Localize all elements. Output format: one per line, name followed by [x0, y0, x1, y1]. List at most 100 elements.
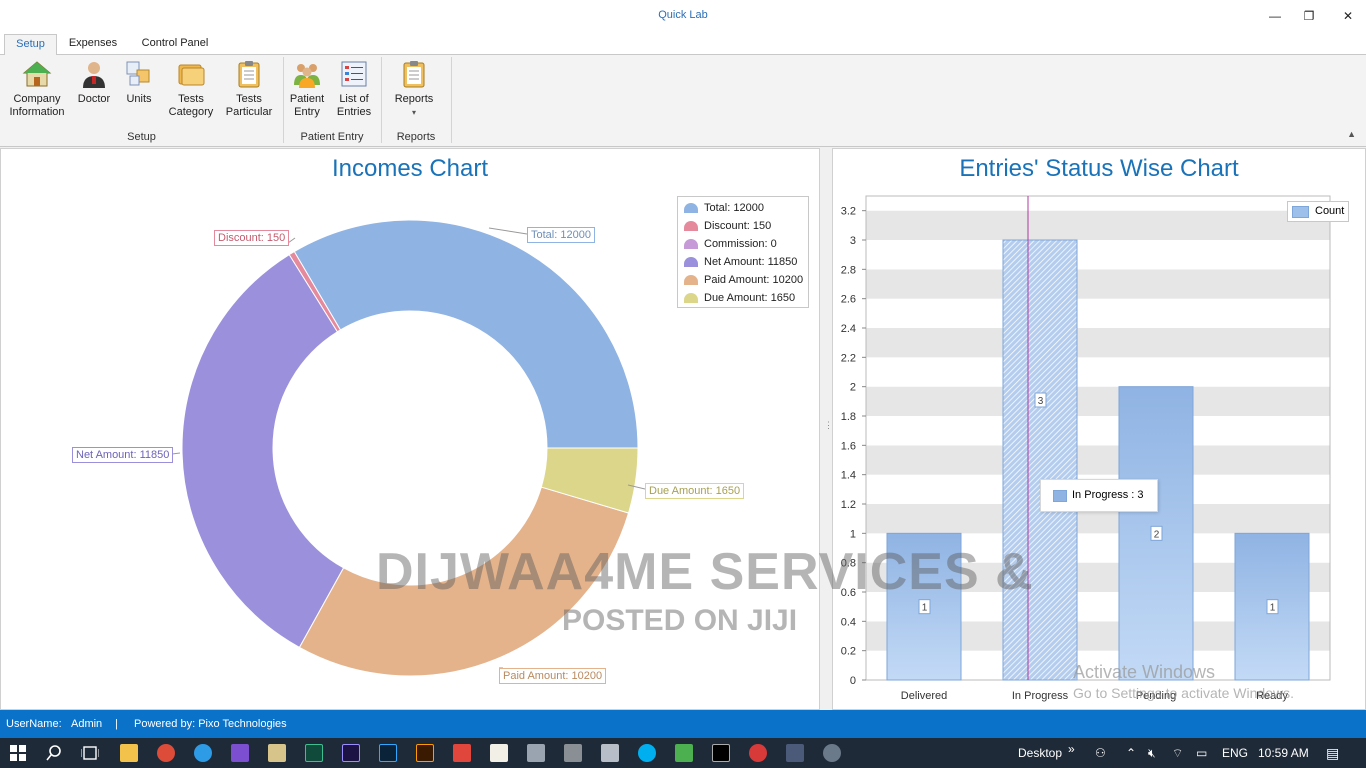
visual-studio-icon[interactable] — [231, 744, 249, 762]
x-tick-label: Delivered — [901, 690, 947, 702]
y-tick-label: 2.2 — [841, 352, 856, 364]
units-button[interactable]: Units — [120, 59, 158, 106]
legend-label: Net Amount: 11850 — [704, 256, 798, 268]
tests-particular-button[interactable]: Tests Particular — [222, 59, 276, 119]
app-icon[interactable] — [749, 744, 767, 762]
app-icon[interactable] — [675, 744, 693, 762]
windows-start-icon[interactable] — [10, 745, 26, 761]
illustrator-icon[interactable] — [416, 744, 434, 762]
tools-icon[interactable] — [527, 744, 545, 762]
doctor-button[interactable]: Doctor — [74, 59, 114, 106]
donut-slice-total — [293, 219, 639, 449]
button-label: Company — [13, 93, 61, 105]
bar-in-progress — [1002, 239, 1078, 681]
reports-button[interactable]: Reports ▾ — [390, 59, 438, 119]
y-tick-label: 2 — [850, 382, 856, 394]
show-hidden-icons-icon[interactable]: ⌃ — [1126, 738, 1136, 768]
y-tick-label: 2.6 — [841, 294, 856, 306]
legend-item: Total: 12000 — [684, 199, 764, 217]
chrome-icon[interactable] — [157, 744, 175, 762]
legend-label: Commission: 0 — [704, 238, 777, 250]
tab-setup[interactable]: Setup — [4, 34, 57, 55]
y-tick-label: 0.2 — [841, 646, 856, 658]
taskbar: Desktop » ⚇ ⌃ 🔇︎ ⌔ ▭ ENG 10:59 AM ▤ — [0, 738, 1366, 768]
notifications-icon[interactable]: ▤ — [1326, 738, 1339, 768]
skype-icon[interactable] — [638, 744, 656, 762]
clipboard-icon — [238, 61, 260, 88]
panel-splitter[interactable]: ⋮ — [820, 148, 833, 710]
grid-band — [866, 386, 1330, 416]
tests-category-button[interactable]: Tests Category — [164, 59, 218, 119]
doctor-icon — [83, 62, 105, 88]
volume-muted-icon[interactable]: 🔇︎ — [1148, 738, 1156, 768]
search-icon[interactable] — [46, 745, 62, 761]
tab-control-panel[interactable]: Control Panel — [132, 34, 218, 55]
dropdown-arrow-icon: ▾ — [411, 108, 416, 117]
photoshop-icon[interactable] — [379, 744, 397, 762]
people-icon[interactable]: ⚇ — [1095, 738, 1106, 768]
collapse-ribbon-icon[interactable]: ▲ — [1347, 129, 1356, 139]
slice-label-discount: Discount: 150 — [214, 230, 290, 246]
after-effects-icon[interactable] — [342, 744, 360, 762]
button-label: Tests — [178, 93, 204, 105]
slice-label-net-amount: Net Amount: 11850 — [72, 447, 174, 463]
notepad-icon[interactable] — [268, 744, 286, 762]
y-tick-label: 0 — [850, 675, 856, 687]
audition-icon[interactable] — [305, 744, 323, 762]
activate-windows-title: Activate Windows — [1073, 662, 1216, 682]
legend-item: Net Amount: 11850 — [684, 253, 797, 271]
y-tick-label: 3.2 — [841, 206, 856, 218]
legend-label: Total: 12000 — [704, 202, 764, 214]
y-tick-label: 2.4 — [841, 323, 856, 335]
quick-lab-icon[interactable] — [786, 744, 804, 762]
leader-line — [488, 227, 528, 235]
grid-band — [866, 196, 1330, 211]
tooltip-swatch — [1053, 490, 1067, 502]
legend-label: Discount: 150 — [704, 220, 772, 232]
legend-label: Paid Amount: 10200 — [704, 274, 804, 286]
app-icon[interactable] — [453, 744, 471, 762]
legend-swatch — [684, 239, 698, 250]
legend-item: Commission: 0 — [684, 235, 777, 253]
sql-server-icon[interactable] — [601, 744, 619, 762]
folder-icon — [178, 64, 205, 86]
company-information-button[interactable]: Company Information — [6, 59, 68, 119]
legend-swatch — [684, 221, 698, 232]
close-button[interactable]: ✕ — [1336, 6, 1360, 26]
battery-icon[interactable]: ▭ — [1196, 738, 1207, 768]
app-icon[interactable] — [823, 744, 841, 762]
chevron-icon[interactable]: » — [1068, 734, 1075, 764]
network-icon[interactable]: ⌔ — [1172, 738, 1183, 768]
button-label: Entry — [294, 106, 320, 118]
browser-icon[interactable] — [194, 744, 212, 762]
minimize-button[interactable]: — — [1263, 6, 1287, 26]
ribbon-tabs: Setup Expenses Control Panel — [0, 32, 1366, 55]
database-icon[interactable] — [564, 744, 582, 762]
bar-chart-legend: Count — [1287, 201, 1349, 222]
grid-band — [866, 240, 1330, 270]
desktop-toolbar[interactable]: Desktop — [1018, 738, 1062, 768]
tooltip-text: In Progress : 3 — [1072, 489, 1144, 501]
language-indicator[interactable]: ENG — [1222, 738, 1248, 768]
list-of-entries-button[interactable]: List of Entries — [334, 59, 374, 119]
legend-swatch — [1292, 206, 1309, 218]
slice-label-total: Total: 12000 — [527, 227, 595, 243]
button-label: Category — [168, 106, 214, 118]
restore-button[interactable]: ❐ — [1297, 6, 1321, 26]
tab-expenses[interactable]: Expenses — [62, 34, 124, 55]
app-icon[interactable] — [490, 744, 508, 762]
task-view-icon[interactable] — [81, 745, 99, 761]
username-label: UserName: — [6, 718, 62, 730]
y-tick-label: 3 — [850, 235, 856, 247]
report-icon — [403, 61, 425, 88]
donut-slice-net-amount — [181, 253, 345, 649]
phpstorm-icon[interactable] — [712, 744, 730, 762]
window-title: Quick Lab — [658, 9, 708, 21]
data-label: 1 — [922, 603, 928, 614]
file-explorer-icon[interactable] — [120, 744, 138, 762]
patient-entry-button[interactable]: Patient Entry — [286, 59, 328, 119]
group-label-reports: Reports — [396, 131, 436, 143]
legend-swatch — [684, 203, 698, 214]
clock[interactable]: 10:59 AM — [1258, 738, 1309, 768]
legend-label: Count — [1315, 205, 1345, 217]
